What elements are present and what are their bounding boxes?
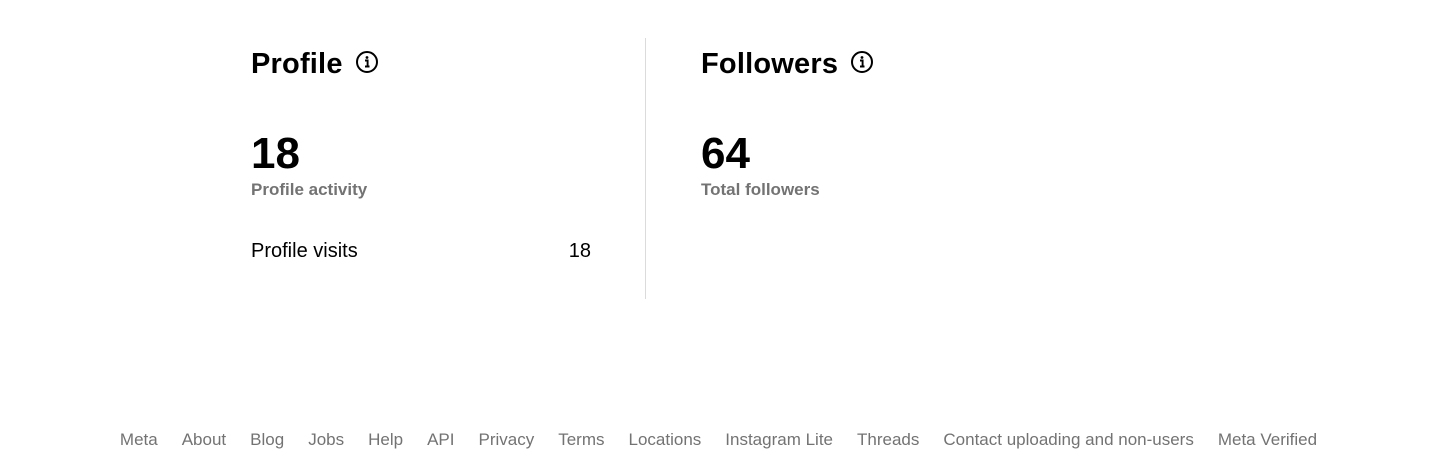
profile-visits-row: Profile visits 18 bbox=[251, 239, 591, 263]
footer-link-help[interactable]: Help bbox=[368, 428, 403, 452]
footer-link-privacy[interactable]: Privacy bbox=[478, 428, 534, 452]
followers-section: Followers 64 Total followers bbox=[701, 38, 1041, 199]
profile-visits-label: Profile visits bbox=[251, 240, 358, 262]
footer-links: Meta About Blog Jobs Help API Privacy Te… bbox=[0, 428, 1437, 452]
profile-title: Profile bbox=[251, 48, 343, 80]
profile-activity-label: Profile activity bbox=[251, 180, 368, 199]
footer-link-meta-verified[interactable]: Meta Verified bbox=[1218, 428, 1317, 452]
profile-header: Profile bbox=[251, 38, 591, 90]
profile-section: Profile 18 Profile activity Profile visi… bbox=[251, 38, 591, 262]
footer-link-about[interactable]: About bbox=[182, 428, 226, 452]
footer-link-threads[interactable]: Threads bbox=[857, 428, 919, 452]
footer-link-blog[interactable]: Blog bbox=[250, 428, 284, 452]
footer-link-contact-uploading[interactable]: Contact uploading and non-users bbox=[943, 428, 1193, 452]
footer-link-meta[interactable]: Meta bbox=[120, 428, 158, 452]
followers-header: Followers bbox=[701, 38, 1041, 90]
footer-link-jobs[interactable]: Jobs bbox=[308, 428, 344, 452]
profile-activity-count: 18 bbox=[251, 129, 300, 178]
section-divider bbox=[645, 38, 646, 299]
footer-link-locations[interactable]: Locations bbox=[629, 428, 702, 452]
total-followers-count: 64 bbox=[701, 129, 750, 178]
profile-visits-value: 18 bbox=[568, 240, 591, 262]
footer-link-instagram-lite[interactable]: Instagram Lite bbox=[725, 428, 833, 452]
footer-link-api[interactable]: API bbox=[427, 428, 454, 452]
insights-page: Profile 18 Profile activity Profile visi… bbox=[0, 0, 1437, 475]
footer-link-terms[interactable]: Terms bbox=[558, 428, 604, 452]
info-circle-icon[interactable] bbox=[850, 50, 874, 74]
followers-title: Followers bbox=[701, 48, 839, 80]
total-followers-label: Total followers bbox=[701, 180, 820, 199]
info-circle-icon[interactable] bbox=[355, 50, 379, 74]
